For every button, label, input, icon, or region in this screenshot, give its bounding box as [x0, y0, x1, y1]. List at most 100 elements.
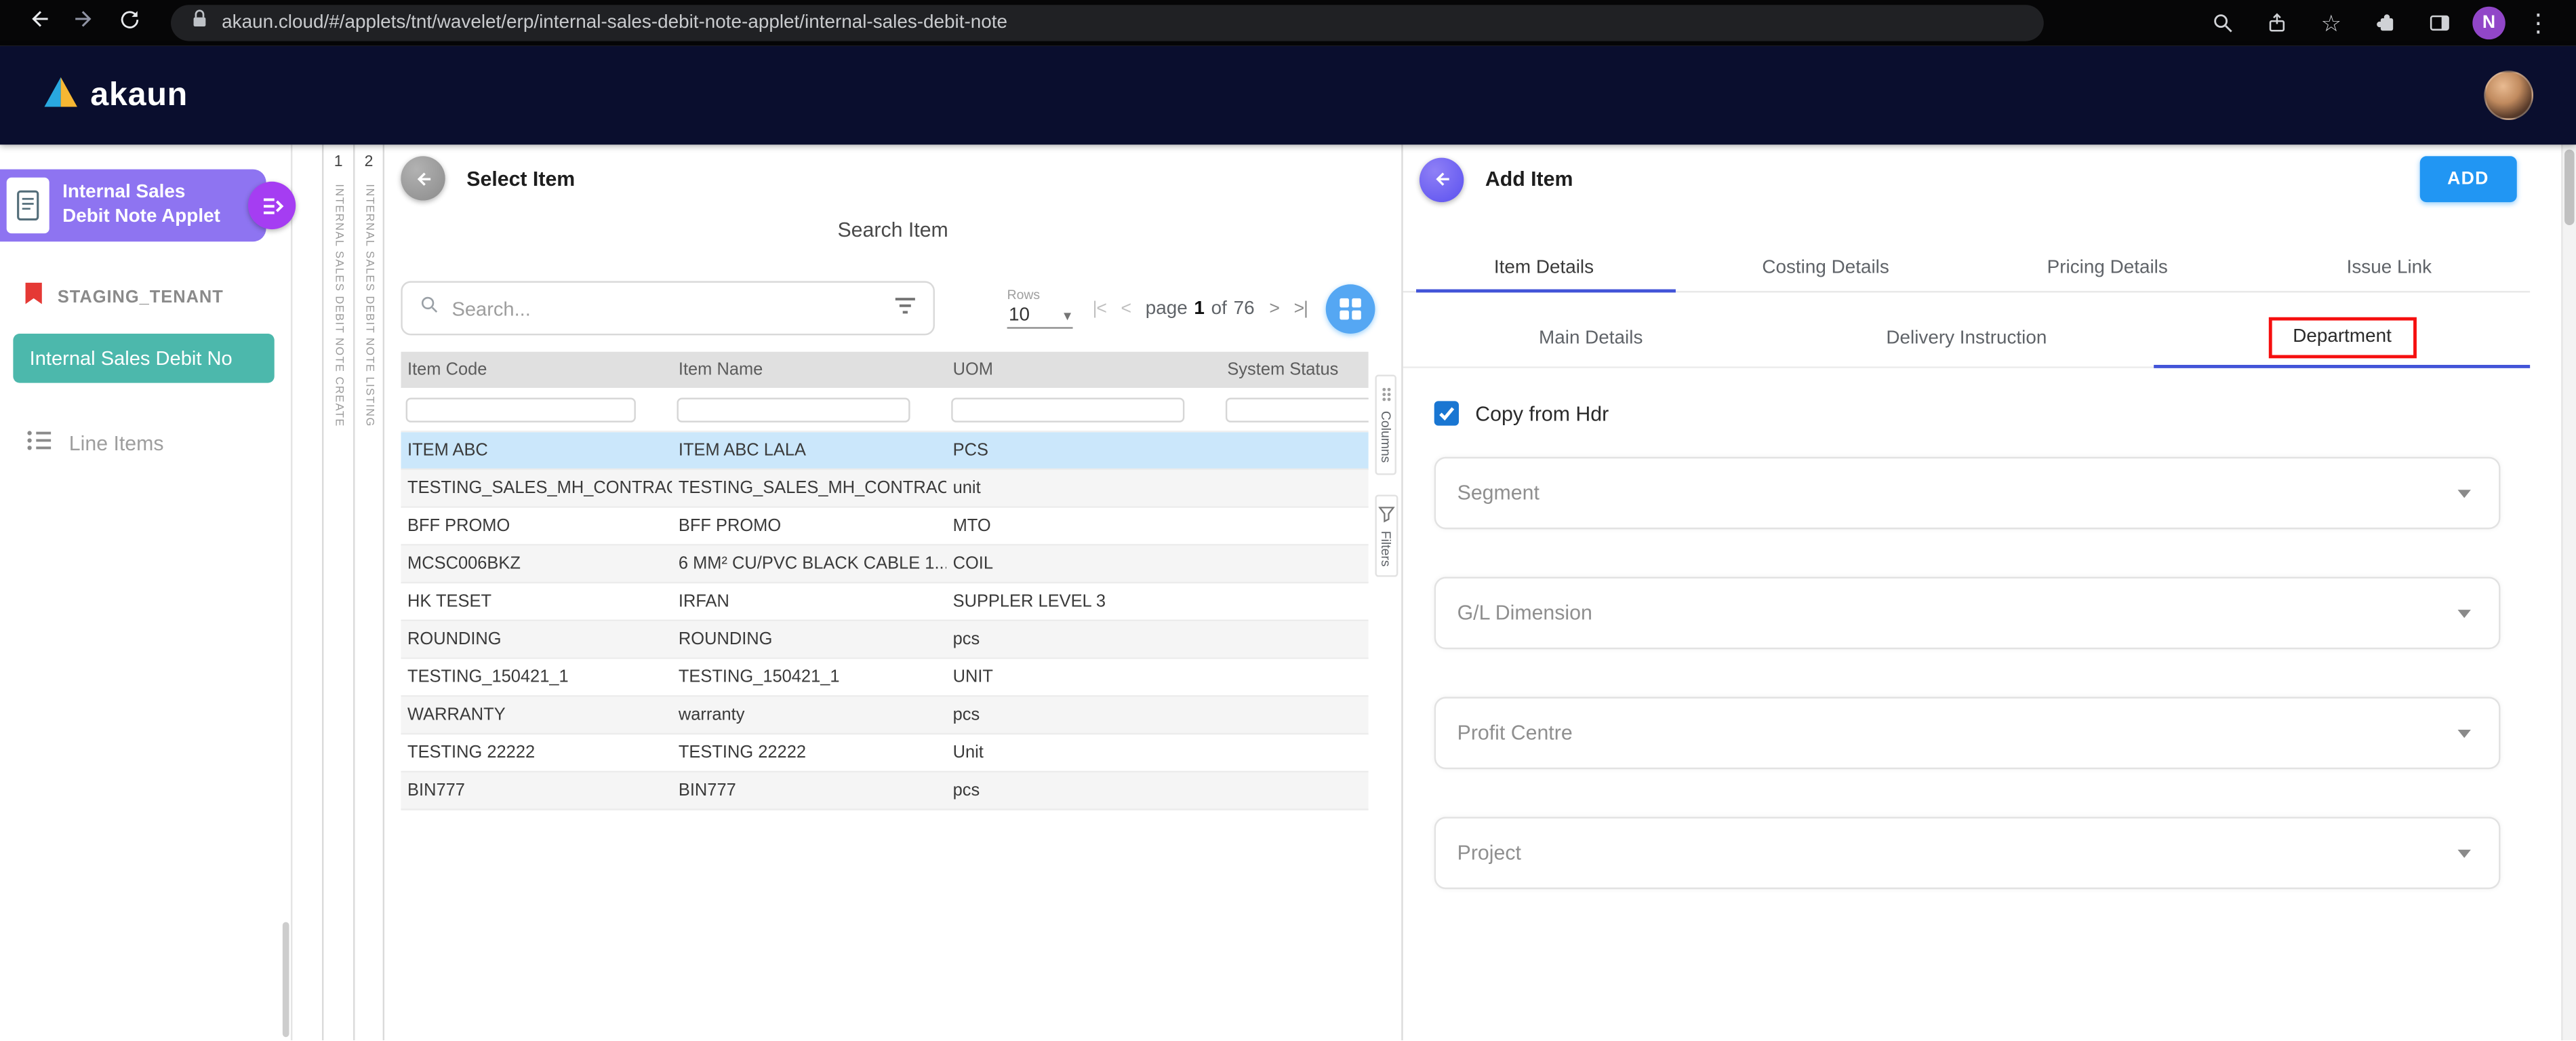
column-header-system-status[interactable]: System Status: [1221, 360, 1369, 380]
tenant-icon: [23, 281, 45, 313]
cell-uom: PCS: [946, 440, 1221, 460]
last-page-button[interactable]: >|: [1294, 298, 1308, 318]
column-filter-input-system-status[interactable]: [1226, 397, 1369, 421]
search-input[interactable]: [451, 296, 882, 319]
zoom-icon[interactable]: [2201, 3, 2244, 43]
column-filter-input-item-code[interactable]: [406, 397, 636, 421]
table-row[interactable]: HK TESET IRFAN SUPPLER LEVEL 3: [401, 583, 1368, 621]
workspace-tab-2[interactable]: 2 INTERNAL SALES DEBIT NOTE LISTING: [353, 144, 384, 1041]
sidebar-toggle-button[interactable]: [248, 182, 296, 229]
table-row[interactable]: MCSC006BKZ 6 MM² CU/PVC BLACK CABLE 1...…: [401, 546, 1368, 584]
filter-list-icon[interactable]: [893, 294, 917, 323]
select-item-header: Select Item: [384, 144, 1401, 200]
browser-forward-button[interactable]: [62, 3, 105, 43]
select-item-back-button[interactable]: [401, 156, 445, 200]
page-scrollbar-thumb[interactable]: [2564, 150, 2575, 225]
side-panel-icon[interactable]: [2418, 3, 2461, 43]
project-dropdown[interactable]: Project: [1434, 817, 2501, 889]
brand-logo[interactable]: akaun: [43, 75, 188, 116]
main-tabs: Item Details Costing Details Pricing Det…: [1403, 245, 2531, 292]
tab-pricing-details[interactable]: Pricing Details: [1967, 245, 2249, 291]
department-label: Department: [2293, 327, 2392, 347]
column-header-item-code[interactable]: Item Code: [401, 360, 672, 380]
workspace-tab-strip: 1 INTERNAL SALES DEBIT NOTE CREATE 2 INT…: [322, 144, 384, 1041]
address-bar[interactable]: akaun.cloud/#/applets/tnt/wavelet/erp/in…: [171, 5, 2044, 41]
browser-profile-avatar[interactable]: N: [2472, 7, 2505, 39]
cell-uom: MTO: [946, 516, 1221, 536]
cell-item-name: IRFAN: [672, 591, 946, 611]
select-item-title: Select Item: [466, 167, 575, 190]
subtab-department[interactable]: Department: [2154, 309, 2530, 367]
column-filter-input-uom[interactable]: [951, 397, 1184, 421]
select-item-panel: Select Item Search Item Rows 10▾ |< <: [384, 144, 1403, 1041]
prev-page-button[interactable]: <: [1121, 298, 1130, 318]
column-filter-input-item-name[interactable]: [677, 397, 910, 421]
main-content: Internal Sales Debit Note Applet STAGING…: [0, 144, 2576, 1041]
cell-item-code: WARRANTY: [401, 705, 672, 725]
table-row[interactable]: BFF PROMO BFF PROMO MTO: [401, 508, 1368, 546]
chevron-down-icon: [2451, 480, 2478, 507]
copy-from-hdr-checkbox[interactable]: [1434, 401, 1459, 425]
first-page-button[interactable]: |<: [1093, 298, 1106, 318]
copy-from-hdr-label: Copy from Hdr: [1475, 402, 1609, 425]
column-header-item-name[interactable]: Item Name: [672, 360, 946, 380]
tab-issue-link[interactable]: Issue Link: [2249, 245, 2531, 291]
column-header-uom[interactable]: UOM: [946, 360, 1221, 380]
page-scrollbar[interactable]: [2561, 144, 2576, 1041]
table-row[interactable]: TESTING_150421_1 TESTING_150421_1 UNIT: [401, 659, 1368, 697]
table-row[interactable]: BIN777 BIN777 pcs: [401, 772, 1368, 810]
grid-view-button[interactable]: [1326, 283, 1375, 333]
pagination: |< < page 1 of 76 > >|: [1093, 298, 1308, 318]
url-text: akaun.cloud/#/applets/tnt/wavelet/erp/in…: [222, 13, 1007, 33]
chevron-down-icon: [2451, 840, 2478, 866]
filters-rail-tab[interactable]: Filters: [1374, 494, 1397, 577]
forward-icon: [71, 7, 96, 39]
add-button[interactable]: ADD: [2419, 156, 2517, 202]
columns-rail-label: Columns: [1378, 411, 1393, 463]
menu-arrow-icon: [259, 193, 285, 219]
next-page-button[interactable]: >: [1269, 298, 1279, 318]
bookmark-star-icon[interactable]: ☆: [2310, 3, 2352, 43]
workspace-tab-1[interactable]: 1 INTERNAL SALES DEBIT NOTE CREATE: [322, 144, 353, 1041]
filter-funnel-icon: [1377, 505, 1394, 522]
subtab-main-details[interactable]: Main Details: [1403, 309, 1779, 367]
tenant-name: STAGING_TENANT: [58, 288, 224, 307]
applet-card[interactable]: Internal Sales Debit Note Applet: [0, 170, 266, 242]
rows-label: Rows: [1007, 288, 1073, 302]
columns-rail-tab[interactable]: Columns: [1375, 375, 1396, 475]
table-row[interactable]: TESTING_SALES_MH_CONTRACT TESTING_SALES_…: [401, 470, 1368, 508]
sidebar-scrollbar[interactable]: [283, 923, 289, 1038]
segment-dropdown[interactable]: Segment: [1434, 457, 2501, 530]
profit-centre-dropdown[interactable]: Profit Centre: [1434, 697, 2501, 770]
table-row[interactable]: ITEM ABC ITEM ABC LALA PCS: [401, 432, 1368, 470]
table-row[interactable]: ROUNDING ROUNDING pcs: [401, 621, 1368, 659]
applet-name: Internal Sales Debit Note Applet: [62, 181, 226, 230]
back-icon: [26, 7, 50, 39]
cell-item-name: warranty: [672, 705, 946, 725]
browser-reload-button[interactable]: [108, 3, 151, 43]
browser-menu-kebab-icon[interactable]: ⋮: [2517, 3, 2560, 43]
cell-item-code: ROUNDING: [401, 629, 672, 649]
tenant-row[interactable]: STAGING_TENANT: [0, 281, 291, 313]
extensions-icon[interactable]: [2364, 3, 2407, 43]
browser-chrome: akaun.cloud/#/applets/tnt/wavelet/erp/in…: [0, 0, 2576, 46]
module-button[interactable]: Internal Sales Debit No: [13, 334, 274, 383]
cell-uom: SUPPLER LEVEL 3: [946, 591, 1221, 611]
table-row[interactable]: TESTING 22222 TESTING 22222 Unit: [401, 734, 1368, 772]
sidebar-item-line-items[interactable]: Line Items: [0, 429, 291, 457]
grid-icon: [1339, 296, 1362, 319]
page-indicator: page 1 of 76: [1146, 298, 1255, 318]
tab-item-details[interactable]: Item Details: [1403, 245, 1685, 291]
cell-uom: Unit: [946, 743, 1221, 762]
table-row[interactable]: WARRANTY warranty pcs: [401, 697, 1368, 735]
gl-dimension-dropdown[interactable]: G/L Dimension: [1434, 577, 2501, 650]
lock-icon: [190, 8, 209, 38]
browser-back-button[interactable]: [16, 3, 59, 43]
item-search-box[interactable]: [401, 281, 935, 335]
add-item-back-button[interactable]: [1420, 157, 1464, 201]
tab-costing-details[interactable]: Costing Details: [1685, 245, 1967, 291]
share-icon[interactable]: [2255, 3, 2298, 43]
rows-per-page-select[interactable]: Rows 10▾: [1007, 288, 1073, 329]
subtab-delivery-instruction[interactable]: Delivery Instruction: [1779, 309, 2154, 367]
user-avatar[interactable]: [2484, 71, 2533, 120]
